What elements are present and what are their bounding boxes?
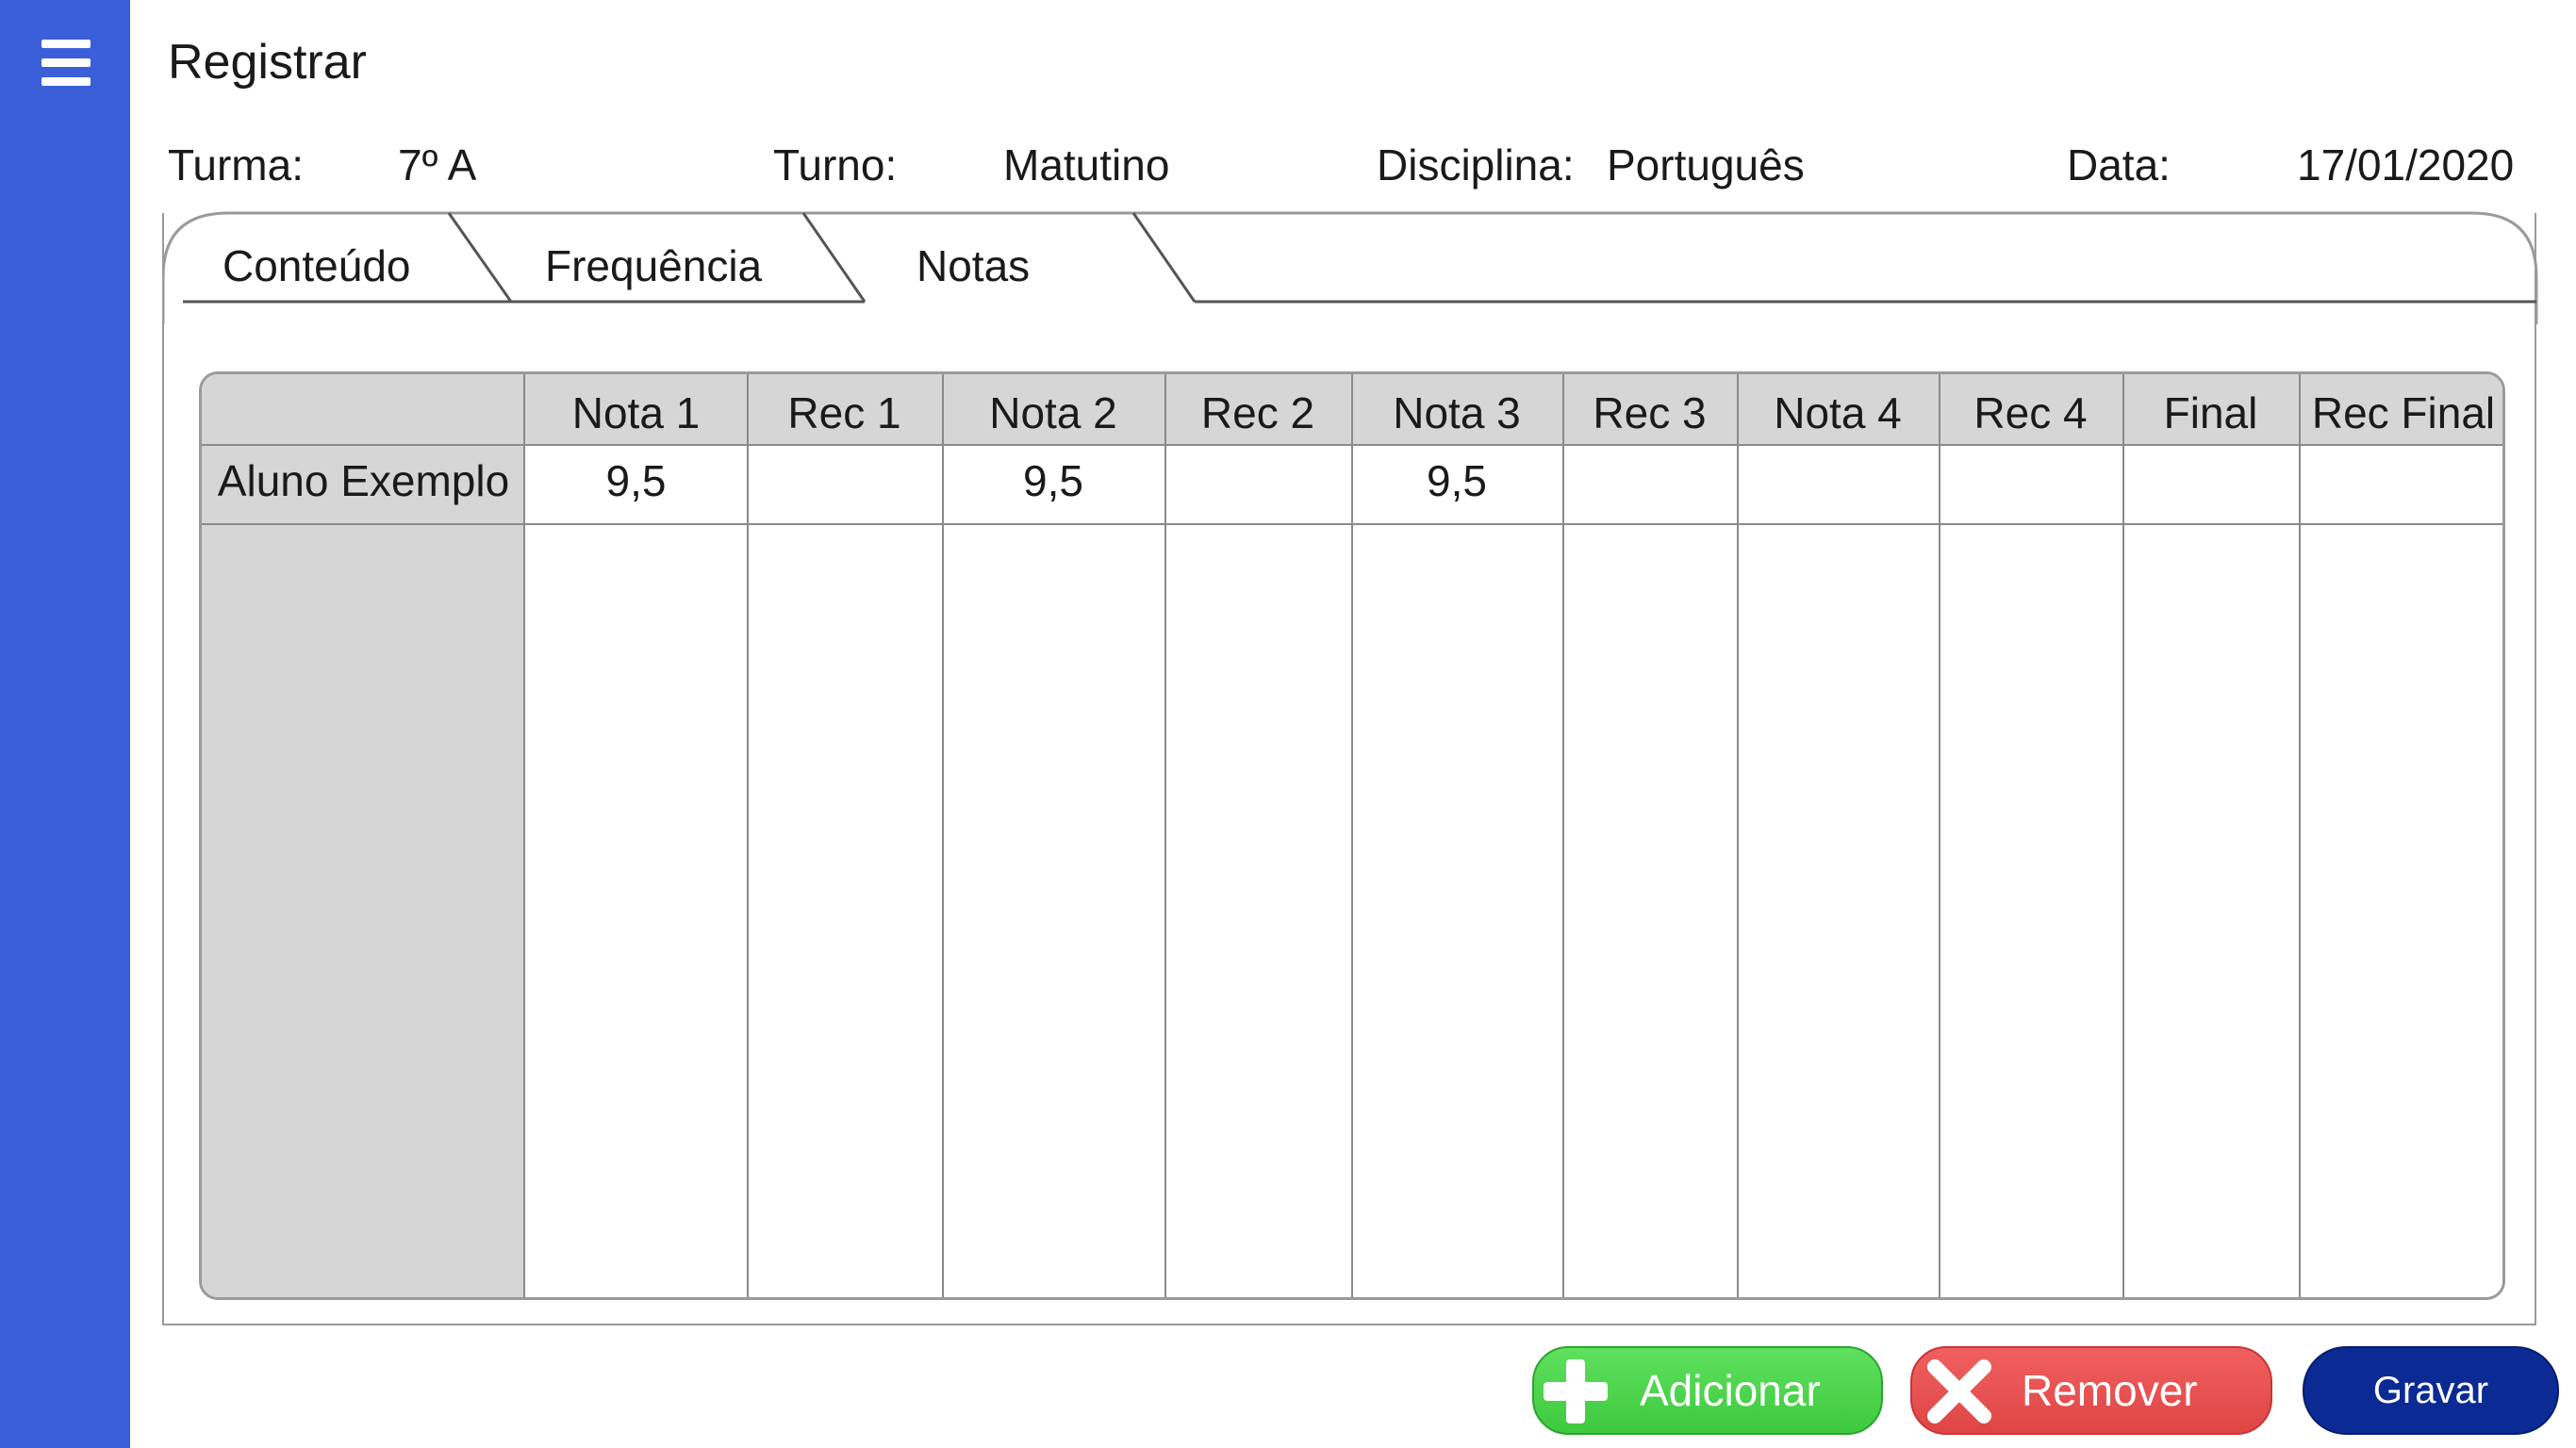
- grade-cell[interactable]: 9,5: [1351, 455, 1562, 506]
- tab-frequencia[interactable]: Frequência: [545, 240, 762, 291]
- page-title: Registrar: [168, 35, 367, 90]
- column-header: Rec Final: [2311, 388, 2496, 437]
- column-divider: [1562, 374, 1564, 1297]
- data-value: 17/01/2020: [2297, 140, 2515, 189]
- column-divider: [2122, 374, 2124, 1297]
- remove-button-label: Remover: [2022, 1366, 2198, 1415]
- save-button-label: Gravar: [2372, 1369, 2489, 1411]
- student-name: Aluno Exemplo: [217, 456, 510, 505]
- column-divider: [942, 374, 944, 1297]
- turma-value: 7º A: [398, 140, 477, 189]
- add-button-label: Adicionar: [1640, 1366, 1821, 1415]
- add-button[interactable]: Adicionar: [1532, 1346, 1883, 1435]
- column-header: Rec 1: [787, 388, 901, 437]
- column-header: Nota 1: [571, 388, 701, 437]
- column-divider: [2299, 374, 2301, 1297]
- column-header: Rec 2: [1200, 388, 1315, 437]
- column-divider: [1939, 374, 1940, 1297]
- turma-label: Turma:: [168, 140, 304, 189]
- column-header: Rec 4: [1973, 388, 2088, 437]
- tab-conteudo[interactable]: Conteúdo: [223, 240, 411, 291]
- column-divider: [1164, 374, 1166, 1297]
- column-divider: [1737, 374, 1739, 1297]
- column-divider: [747, 374, 749, 1297]
- grade-cell[interactable]: 9,5: [525, 455, 747, 506]
- column-header: Nota 3: [1393, 388, 1521, 437]
- hamburger-menu-icon[interactable]: [38, 36, 94, 89]
- disciplina-label: Disciplina:: [1377, 140, 1575, 189]
- column-divider: [1351, 374, 1353, 1297]
- x-icon: [1927, 1359, 1991, 1423]
- tab-strip-outline: [162, 211, 2538, 324]
- remove-button[interactable]: Remover: [1910, 1346, 2272, 1435]
- student-column: [202, 374, 525, 1297]
- column-header: Final: [2163, 388, 2258, 437]
- column-header: Rec 3: [1593, 388, 1707, 437]
- row-divider: [202, 444, 525, 446]
- turno-label: Turno:: [773, 140, 898, 189]
- tab-notas[interactable]: Notas: [916, 240, 1030, 291]
- grade-cell[interactable]: 9,5: [942, 455, 1164, 506]
- disciplina-value: Português: [1607, 140, 1805, 189]
- column-header: Nota 2: [989, 388, 1117, 437]
- column-header: Nota 4: [1774, 388, 1902, 437]
- plus-icon: [1544, 1359, 1608, 1423]
- data-label: Data:: [2067, 140, 2171, 189]
- save-button[interactable]: Gravar: [2303, 1346, 2559, 1435]
- grades-table: Nota 1 Rec 1 Nota 2 Rec 2 Nota 3 Rec 3 N…: [199, 371, 2505, 1300]
- turno-value: Matutino: [1003, 140, 1170, 189]
- sidebar: [0, 0, 130, 1448]
